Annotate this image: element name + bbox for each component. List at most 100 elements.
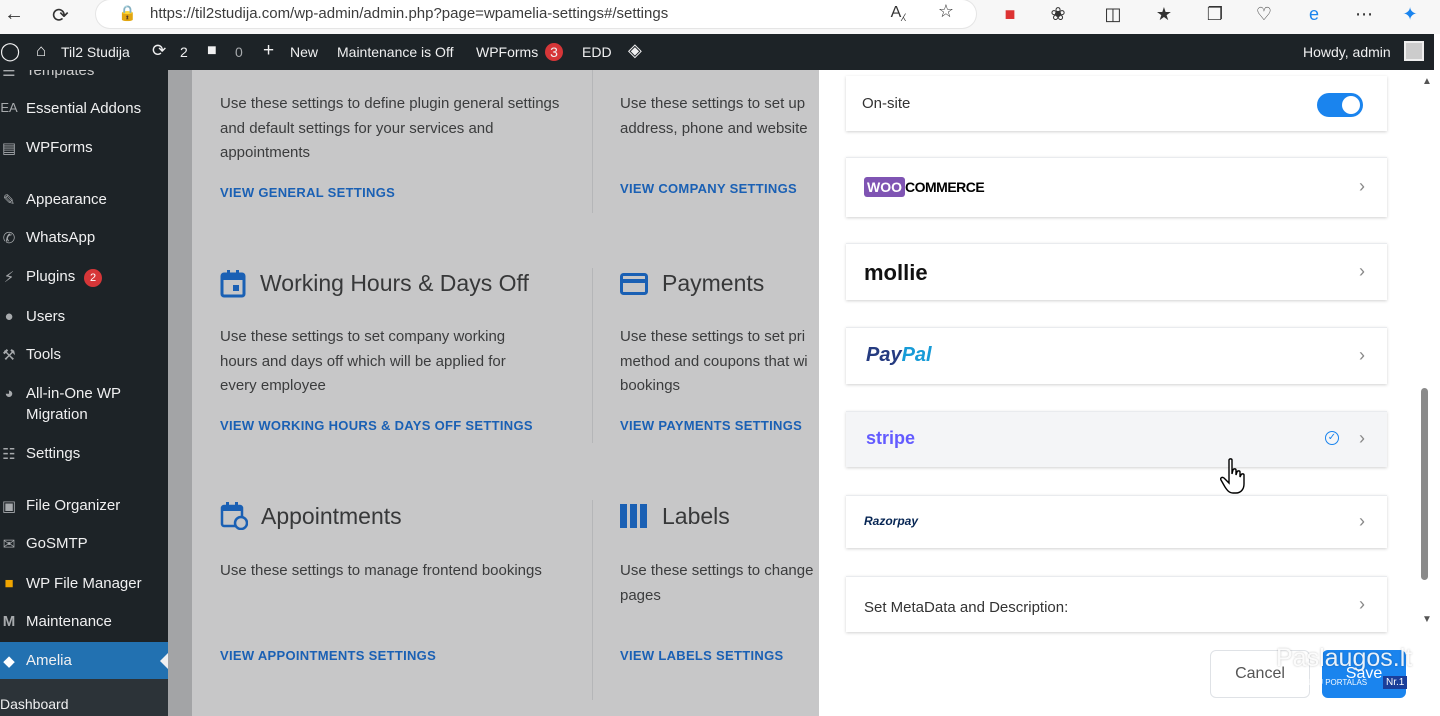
woocommerce-gateway-row[interactable]: WOO COMMERCE ›	[846, 157, 1387, 217]
view-company-settings-link[interactable]: VIEW COMPANY SETTINGS	[620, 181, 797, 196]
sidebar-item-appearance[interactable]: ✎ Appearance	[0, 191, 168, 213]
razorpay-gateway-row[interactable]: Razorpay ›	[846, 495, 1387, 548]
plugins-update-badge: 2	[84, 269, 102, 287]
mail-icon: ✉	[2, 536, 16, 553]
metadata-description-row[interactable]: Set MetaData and Description: ›	[846, 576, 1387, 632]
stripe-logo: stripe	[866, 428, 916, 448]
brush-icon: ✎	[2, 192, 16, 209]
split-screen-icon[interactable]: ◫	[1101, 4, 1125, 25]
updates-icon[interactable]: ⟳	[152, 41, 166, 61]
url-text[interactable]: https://til2studija.com/wp-admin/admin.p…	[150, 5, 668, 22]
migration-icon: ◕	[4, 385, 14, 402]
current-menu-arrow	[160, 653, 168, 669]
submenu-item-dashboard[interactable]: Dashboard	[0, 696, 69, 712]
sidebar-item-whatsapp[interactable]: ✆ WhatsApp	[0, 229, 168, 251]
sidebar-item-templates[interactable]: ☰ Templates	[0, 70, 168, 82]
scrollbar-thumb[interactable]	[1421, 388, 1428, 580]
sidebar-item-tools[interactable]: ⚒ Tools	[0, 346, 168, 368]
sidebar-item-file-organizer[interactable]: ▣ File Organizer	[0, 497, 168, 519]
wordpress-logo-icon[interactable]: ◯	[0, 41, 20, 62]
address-bar[interactable]: 🔒 https://til2studija.com/wp-admin/admin…	[96, 0, 976, 28]
browser-toolbar: ← ⟳ 🔒 https://til2studija.com/wp-admin/a…	[0, 0, 1440, 34]
sidebar-item-maintenance[interactable]: M Maintenance	[0, 613, 168, 635]
refresh-icon[interactable]: ⟳	[52, 3, 69, 28]
wpforms-link[interactable]: WPForms	[476, 44, 538, 60]
diamond-plugin-icon[interactable]: ◈	[628, 40, 642, 61]
edd-link[interactable]: EDD	[582, 44, 612, 60]
calendar-icon	[220, 270, 246, 298]
watermark-badge: Nr.1	[1383, 676, 1408, 689]
amelia-submenu: Dashboard	[0, 679, 168, 716]
company-settings-description: Use these settings to set up address, ph…	[620, 95, 808, 137]
sidebar-item-settings[interactable]: ☷ Settings	[0, 445, 168, 467]
home-icon[interactable]: ⌂	[36, 41, 46, 61]
sidebar-item-plugins[interactable]: ⚡ Plugins 2	[0, 268, 168, 290]
divider	[592, 500, 593, 700]
extension-icon[interactable]: ■	[998, 4, 1022, 25]
updates-count[interactable]: 2	[180, 44, 188, 60]
wpforms-badge: 3	[545, 43, 563, 61]
hand-cursor-icon	[1220, 458, 1245, 494]
onsite-toggle[interactable]	[1317, 93, 1363, 117]
view-payments-settings-link[interactable]: VIEW PAYMENTS SETTINGS	[620, 418, 802, 433]
enabled-check-icon: ✓	[1325, 431, 1339, 445]
comments-icon[interactable]: ■	[207, 42, 217, 60]
stripe-gateway-row[interactable]: stripe ✓ ›	[846, 411, 1387, 467]
amelia-icon: ◆	[3, 653, 15, 670]
sidebar-item-gosmtp[interactable]: ✉ GoSMTP	[0, 535, 168, 557]
favorites-icon[interactable]: ★	[1152, 4, 1176, 25]
view-working-hours-link[interactable]: VIEW WORKING HOURS & DAYS OFF SETTINGS	[220, 418, 533, 433]
chevron-right-icon: ›	[1359, 261, 1365, 281]
working-hours-title: Working Hours & Days Off	[260, 270, 529, 296]
avatar[interactable]	[1404, 41, 1424, 61]
settings-page: Use these settings to define plugin gene…	[168, 70, 819, 716]
read-aloud-icon[interactable]: A⁁	[886, 2, 910, 22]
divider	[592, 70, 593, 213]
lock-icon: 🔒	[118, 5, 137, 22]
view-general-settings-link[interactable]: VIEW GENERAL SETTINGS	[220, 185, 395, 200]
woocommerce-logo: WOO COMMERCE	[864, 177, 985, 199]
toggle-knob	[1342, 96, 1360, 114]
plugin-icon: ⚡	[3, 269, 15, 286]
chevron-right-icon: ›	[1359, 594, 1365, 614]
users-icon: ●	[4, 308, 14, 325]
copilot-icon[interactable]: ✦	[1398, 4, 1422, 25]
calendar-clock-icon	[220, 502, 248, 530]
filemanager-icon: ■	[4, 575, 14, 592]
sidebar-item-essential-addons[interactable]: EA Essential Addons	[0, 100, 168, 122]
scroll-up-icon[interactable]: ▲	[1422, 76, 1432, 87]
labels-icon	[620, 504, 647, 528]
extensions-puzzle-icon[interactable]: ❀	[1046, 4, 1070, 25]
view-labels-settings-link[interactable]: VIEW LABELS SETTINGS	[620, 648, 783, 663]
sidebar-item-all-in-one-migration[interactable]: ◕ All-in-One WP Migration	[0, 385, 168, 429]
working-hours-description: Use these settings to set company workin…	[220, 328, 506, 394]
wp-admin-sidebar: ☰ Templates EA Essential Addons ▤ WPForm…	[0, 70, 168, 716]
watermark: Paslaugos.lt PASLAUGŲ PORTALAS Nr.1	[1276, 640, 1416, 696]
maintenance-icon: M	[2, 613, 16, 630]
watermark-text: Paslaugos.lt	[1276, 644, 1413, 672]
chevron-right-icon: ›	[1359, 428, 1365, 448]
comments-count[interactable]: 0	[235, 44, 243, 60]
site-name-link[interactable]: Til2 Studija	[61, 44, 130, 60]
sidebar-item-wpforms[interactable]: ▤ WPForms	[0, 139, 168, 161]
back-icon[interactable]: ←	[4, 3, 24, 26]
favorite-star-icon[interactable]: ☆	[934, 1, 958, 22]
browser-essentials-icon[interactable]: ♡	[1252, 4, 1276, 25]
edge-icon[interactable]: e	[1302, 4, 1326, 25]
sidebar-item-amelia[interactable]: ◆ Amelia	[0, 642, 168, 680]
howdy-user-link[interactable]: Howdy, admin	[1303, 44, 1391, 60]
watermark-subtext: PASLAUGŲ PORTALAS	[1280, 678, 1368, 687]
sidebar-item-wp-file-manager[interactable]: ■ WP File Manager	[0, 575, 168, 597]
more-options-icon[interactable]: ⋯	[1352, 4, 1376, 25]
collections-icon[interactable]: ❐	[1203, 4, 1227, 25]
sidebar-item-users[interactable]: ● Users	[0, 308, 168, 330]
plus-icon[interactable]: +	[263, 40, 274, 62]
scroll-down-icon[interactable]: ▼	[1422, 614, 1432, 625]
mollie-gateway-row[interactable]: mollie ›	[846, 243, 1387, 300]
view-appointments-settings-link[interactable]: VIEW APPOINTMENTS SETTINGS	[220, 648, 436, 663]
chevron-right-icon: ›	[1359, 345, 1365, 365]
paypal-gateway-row[interactable]: PayPal ›	[846, 327, 1387, 384]
credit-card-icon	[620, 273, 648, 295]
maintenance-status-link[interactable]: Maintenance is Off	[337, 44, 453, 60]
new-link[interactable]: New	[290, 44, 318, 60]
